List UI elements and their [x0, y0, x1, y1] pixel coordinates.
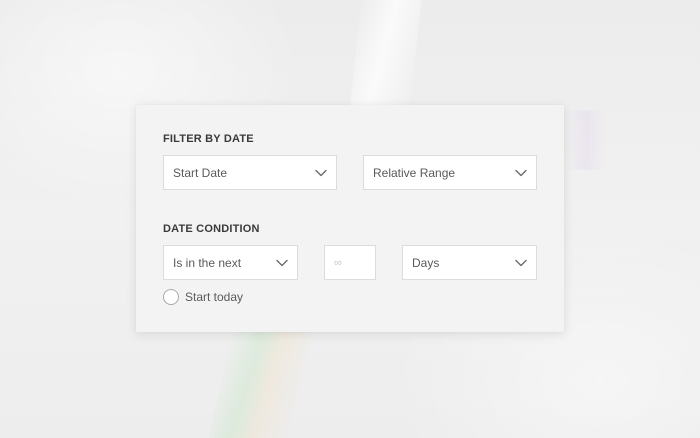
- condition-operator-select[interactable]: Is in the next: [163, 245, 298, 280]
- filter-by-date-title: FILTER BY DATE: [163, 133, 254, 145]
- start-today-radio[interactable]: [163, 289, 179, 305]
- start-today-option[interactable]: Start today: [163, 289, 243, 305]
- start-today-label: Start today: [185, 290, 244, 304]
- time-unit-select[interactable]: Days: [402, 245, 537, 280]
- range-type-select[interactable]: Relative Range: [363, 155, 537, 190]
- chevron-down-icon: [267, 246, 297, 279]
- time-unit-value: Days: [412, 255, 440, 270]
- chevron-down-icon: [306, 156, 336, 189]
- date-field-value: Start Date: [173, 165, 228, 180]
- chevron-down-icon: [506, 156, 536, 189]
- date-field-select[interactable]: Start Date: [163, 155, 337, 190]
- date-condition-title: DATE CONDITION: [163, 223, 260, 235]
- condition-operator-value: Is in the next: [173, 255, 242, 270]
- date-filter-panel: FILTER BY DATE Start Date Relative Range…: [136, 105, 564, 332]
- amount-input[interactable]: [324, 245, 376, 280]
- chevron-down-icon: [506, 246, 536, 279]
- range-type-value: Relative Range: [373, 165, 456, 180]
